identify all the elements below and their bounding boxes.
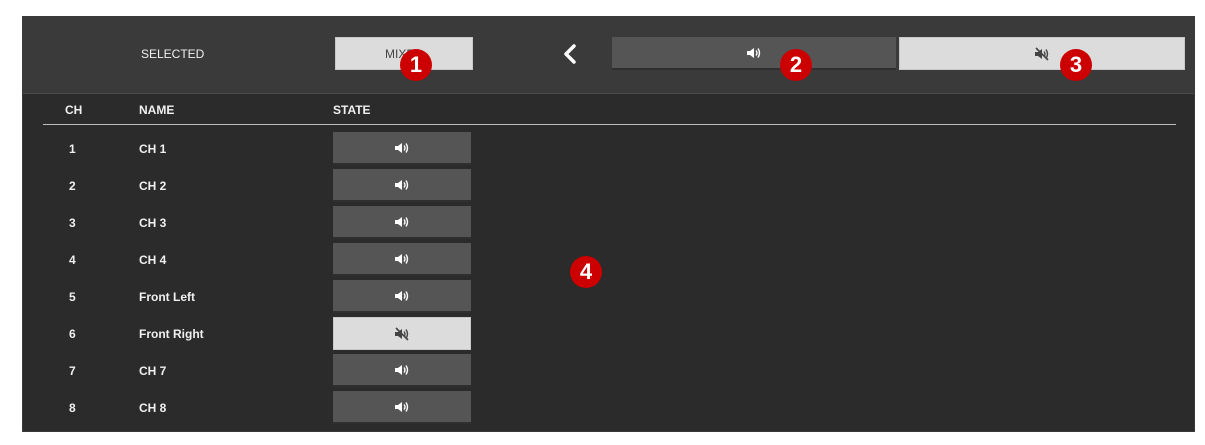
back-button[interactable] — [555, 37, 585, 70]
channel-name: CH 1 — [139, 142, 167, 156]
channel-number: 2 — [69, 179, 76, 193]
channel-number: 5 — [69, 290, 76, 304]
column-header-state: STATE — [333, 103, 371, 117]
channel-state-button[interactable] — [333, 391, 471, 424]
header-divider — [43, 124, 1176, 125]
channel-name: CH 2 — [139, 179, 167, 193]
speaker-icon — [394, 400, 410, 414]
speaker-icon — [394, 252, 410, 266]
callout-badge-4: 4 — [570, 256, 602, 288]
speaker-muted-icon — [1035, 46, 1049, 61]
speaker-icon — [394, 178, 410, 192]
channel-name: CH 8 — [139, 401, 167, 415]
channel-state-button[interactable] — [333, 206, 471, 239]
channel-number: 8 — [69, 401, 76, 415]
channel-name: CH 4 — [139, 253, 167, 267]
channel-state-button[interactable] — [333, 169, 471, 202]
channel-name: CH 3 — [139, 216, 167, 230]
channel-name: Front Right — [139, 327, 204, 341]
unmute-all-button[interactable] — [612, 37, 896, 70]
channel-name: Front Left — [139, 290, 195, 304]
speaker-muted-icon — [394, 326, 410, 341]
speaker-icon — [394, 289, 410, 303]
callout-badge-2: 2 — [780, 49, 812, 81]
table-row: 7 CH 7 — [23, 354, 1194, 389]
callout-badge-3: 3 — [1060, 49, 1092, 81]
column-header-ch: CH — [65, 103, 83, 117]
speaker-icon — [394, 215, 410, 229]
channel-number: 1 — [69, 142, 76, 156]
header-bar: SELECTED MIXED — [23, 17, 1194, 94]
mute-all-button[interactable] — [899, 37, 1185, 70]
callout-badge-1: 1 — [400, 49, 432, 81]
channel-state-button[interactable] — [333, 132, 471, 165]
channel-number: 7 — [69, 364, 76, 378]
table-row: 8 CH 8 — [23, 391, 1194, 426]
speaker-icon — [747, 47, 761, 58]
speaker-icon — [394, 363, 410, 377]
channel-state-button[interactable] — [333, 354, 471, 387]
channel-name: CH 7 — [139, 364, 167, 378]
channel-state-button[interactable] — [333, 280, 471, 313]
mute-panel: SELECTED MIXED CH NAME STATE — [22, 16, 1195, 432]
table-row: 2 CH 2 — [23, 169, 1194, 204]
table-row: 4 CH 4 — [23, 243, 1194, 278]
table-row: 5 Front Left — [23, 280, 1194, 315]
channel-number: 4 — [69, 253, 76, 267]
channel-number: 3 — [69, 216, 76, 230]
table-row: 3 CH 3 — [23, 206, 1194, 241]
channel-state-button[interactable] — [333, 243, 471, 276]
selected-label: SELECTED — [141, 47, 205, 61]
channel-state-button[interactable] — [333, 317, 471, 350]
speaker-icon — [394, 141, 410, 155]
table-row: 1 CH 1 — [23, 132, 1194, 167]
column-header-name: NAME — [139, 103, 175, 117]
table-row: 6 Front Right — [23, 317, 1194, 352]
chevron-left-icon — [564, 43, 576, 64]
channel-number: 6 — [69, 327, 76, 341]
